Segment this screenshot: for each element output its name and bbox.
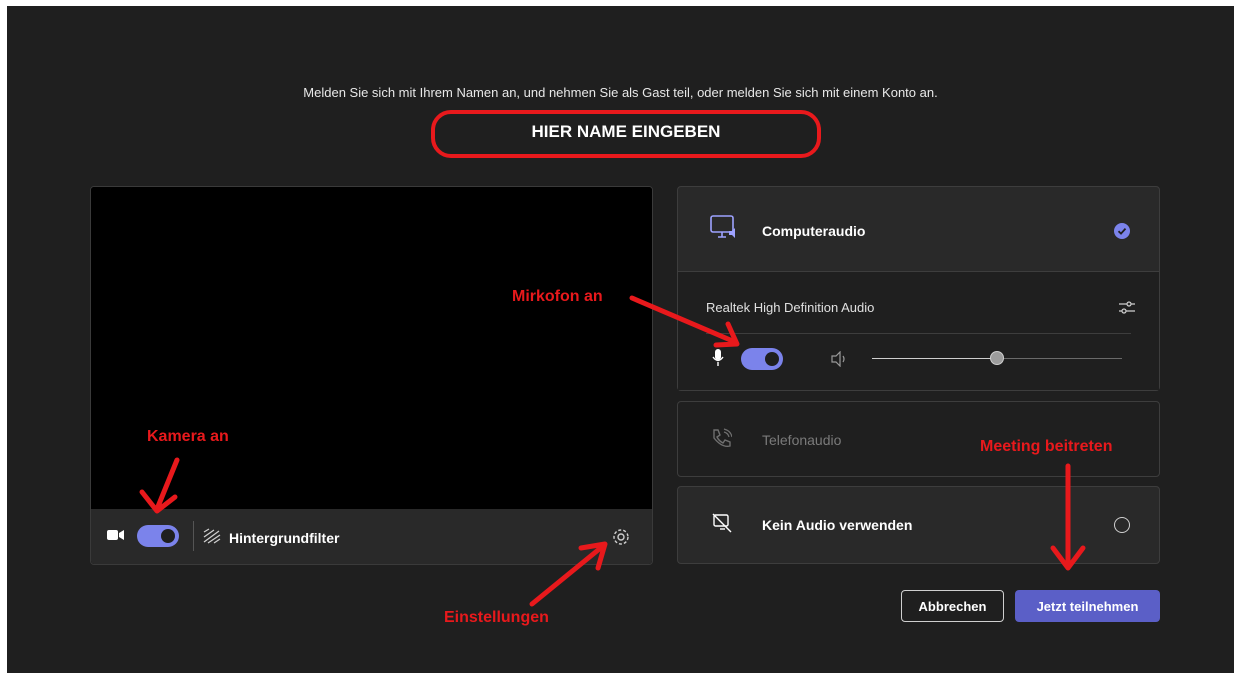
phone-audio-label: Telefonaudio	[762, 432, 842, 448]
sliders-icon[interactable]	[1118, 300, 1136, 321]
background-filter-icon	[203, 528, 221, 547]
computer-audio-option[interactable]: Computeraudio	[678, 187, 1159, 271]
background-filter-label: Hintergrundfilter	[229, 529, 340, 546]
video-preview: Hintergrundfilter	[90, 186, 653, 565]
background-filter-button[interactable]: Hintergrundfilter	[203, 528, 339, 547]
cancel-button[interactable]: Abbrechen	[901, 590, 1004, 622]
no-audio-label: Kein Audio verwenden	[762, 517, 913, 533]
join-annotation: Meeting beitreten	[980, 438, 1113, 455]
gear-icon[interactable]	[611, 527, 631, 552]
computer-audio-label: Computeraudio	[762, 223, 866, 239]
audio-device-section: Realtek High Definition Audio	[678, 271, 1159, 390]
prejoin-screen: Melden Sie sich mit Ihrem Namen an, und …	[7, 6, 1234, 673]
mic-toggle[interactable]	[741, 348, 783, 370]
video-camera-icon	[107, 528, 125, 547]
no-audio-radio[interactable]	[1114, 517, 1130, 533]
toolbar-divider	[193, 521, 194, 551]
join-instruction: Melden Sie sich mit Ihrem Namen an, und …	[303, 85, 938, 100]
speaker-volume-thumb[interactable]	[990, 351, 1004, 365]
speaker-icon	[830, 350, 848, 372]
video-area	[91, 187, 652, 509]
phone-icon	[710, 428, 733, 455]
join-now-button[interactable]: Jetzt teilnehmen	[1015, 590, 1160, 622]
computer-audio-check-icon	[1114, 223, 1130, 239]
speaker-volume-fill	[872, 358, 997, 359]
video-toolbar: Hintergrundfilter	[91, 509, 652, 564]
microphone-icon	[712, 349, 724, 372]
no-audio-option[interactable]: Kein Audio verwenden	[677, 486, 1160, 564]
computer-audio-panel: Computeraudio Realtek High Definition Au…	[677, 186, 1160, 391]
computer-speaker-icon	[710, 215, 738, 246]
settings-annotation: Einstellungen	[444, 609, 549, 626]
audio-device-name[interactable]: Realtek High Definition Audio	[706, 300, 874, 315]
mic-annotation: Mirkofon an	[512, 288, 603, 305]
no-audio-icon	[712, 513, 732, 538]
speaker-volume-slider[interactable]	[872, 351, 1122, 365]
device-divider	[706, 333, 1131, 334]
name-input[interactable]	[435, 110, 817, 154]
mic-toggle-knob	[765, 352, 779, 366]
camera-toggle-knob	[161, 529, 175, 543]
camera-annotation: Kamera an	[147, 428, 229, 445]
camera-toggle[interactable]	[137, 525, 179, 547]
